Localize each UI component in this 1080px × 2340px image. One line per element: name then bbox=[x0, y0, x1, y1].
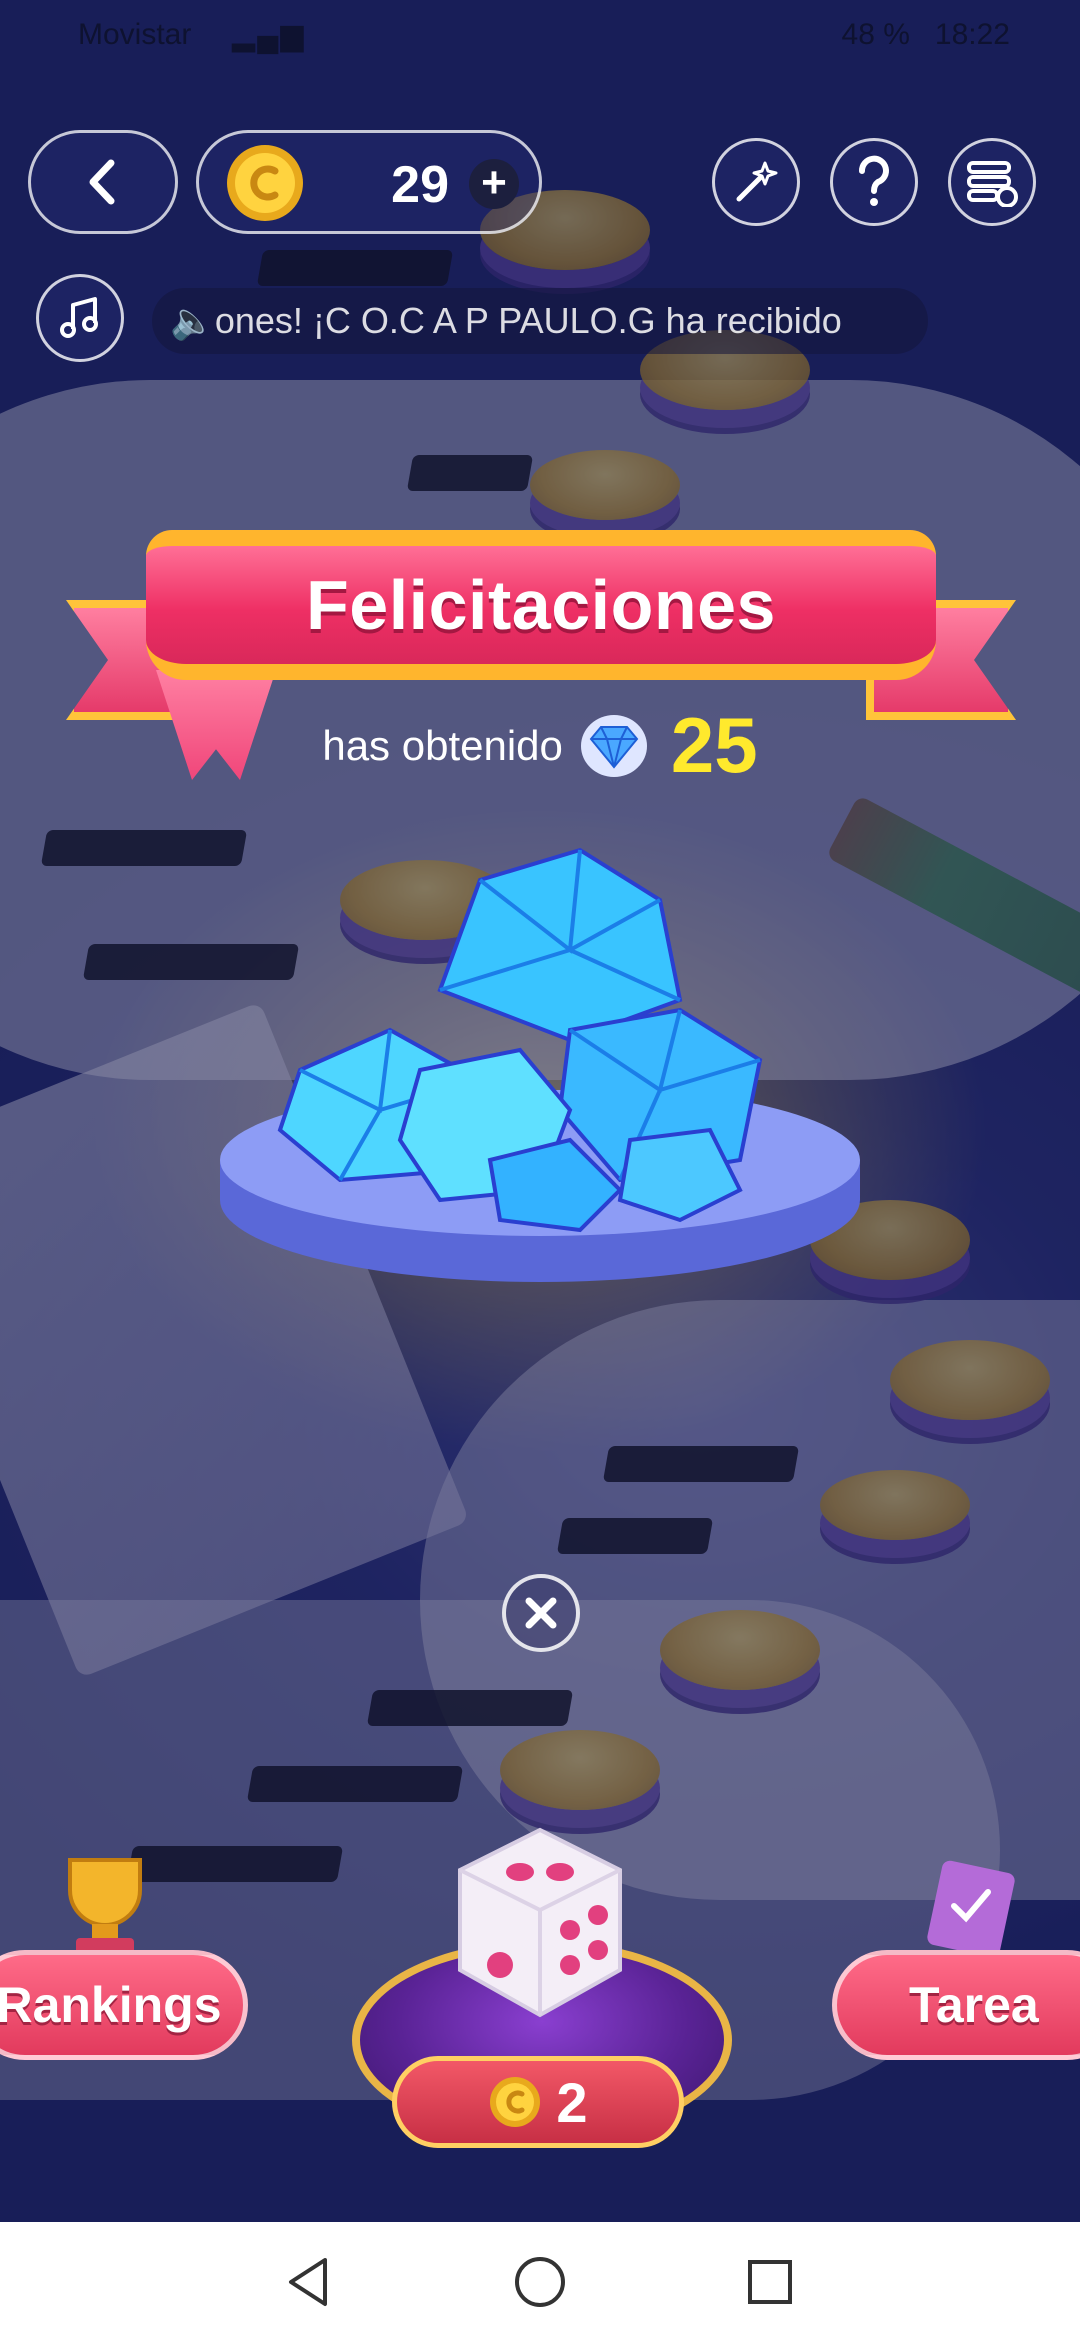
diamond-pile-illustration bbox=[210, 840, 870, 1320]
gift-icon bbox=[927, 1860, 1015, 1958]
reward-amount: 25 bbox=[670, 701, 758, 789]
reward-row: has obtenido 25 bbox=[322, 700, 757, 791]
task-list-icon bbox=[967, 161, 1018, 207]
signal-icon: ▂▄▆ bbox=[232, 19, 306, 52]
rankings-button[interactable]: Rankings bbox=[0, 1950, 248, 2060]
nav-back-button[interactable] bbox=[278, 2252, 338, 2312]
back-button[interactable] bbox=[28, 130, 178, 234]
help-button[interactable] bbox=[830, 138, 918, 226]
nav-home-button[interactable] bbox=[510, 2252, 570, 2312]
tarea-label: Tarea bbox=[909, 1977, 1039, 2033]
music-button[interactable] bbox=[36, 274, 124, 362]
clock: 18:22 bbox=[934, 18, 1010, 51]
coin-icon bbox=[490, 2077, 541, 2127]
reward-summary: has obtenido 25 bbox=[0, 700, 1080, 791]
system-nav-bar bbox=[0, 2222, 1080, 2340]
announcement-ticker: 🔈ones! ¡C O.C A P PAULO.G ha recibido bbox=[152, 288, 928, 354]
dice-icon[interactable] bbox=[420, 1800, 660, 2040]
reward-title: Felicitaciones bbox=[306, 566, 776, 644]
square-recents-icon bbox=[748, 2260, 792, 2304]
music-note-icon bbox=[60, 297, 98, 338]
diamond-pile bbox=[277, 847, 763, 1233]
tarea-button[interactable]: Tarea bbox=[832, 1950, 1080, 2060]
roll-cost[interactable]: 2 bbox=[392, 2056, 684, 2148]
add-coins-button[interactable]: + bbox=[469, 159, 519, 209]
coin-balance: 29 + bbox=[196, 130, 542, 234]
coin-icon bbox=[227, 145, 303, 221]
battery-level: 48 % bbox=[841, 18, 910, 51]
status-right: 48 % 18:22 bbox=[842, 18, 1010, 52]
coin-count: 29 bbox=[391, 156, 449, 214]
task-history-button[interactable] bbox=[948, 138, 1036, 226]
roll-cost-value: 2 bbox=[556, 2070, 588, 2134]
reward-subtitle: has obtenido bbox=[322, 721, 563, 769]
nav-recents-button[interactable] bbox=[740, 2252, 800, 2312]
close-icon bbox=[525, 1597, 557, 1629]
chevron-left-icon bbox=[89, 159, 115, 205]
ribbon-main: Felicitaciones bbox=[146, 530, 936, 680]
question-icon bbox=[858, 155, 889, 206]
circle-home-icon bbox=[515, 2257, 565, 2307]
magic-wand-icon bbox=[736, 161, 778, 202]
ticker-text: 🔈ones! ¡C O.C A P PAULO.G ha recibido bbox=[170, 288, 842, 354]
diamond-icon bbox=[580, 714, 647, 777]
magic-wand-button[interactable] bbox=[712, 138, 800, 226]
carrier-name: Movistar bbox=[78, 18, 192, 51]
trophy-icon bbox=[68, 1858, 142, 1954]
speaker-icon: 🔈 bbox=[170, 300, 215, 341]
ticker-message: ones! ¡C O.C A P PAULO.G ha recibido bbox=[214, 300, 842, 341]
rankings-label: Rankings bbox=[0, 1977, 222, 2033]
status-bar: Movistar ▂▄▆ 48 % 18:22 bbox=[0, 0, 1080, 72]
triangle-back-icon bbox=[289, 2258, 327, 2306]
close-button[interactable] bbox=[502, 1574, 580, 1652]
